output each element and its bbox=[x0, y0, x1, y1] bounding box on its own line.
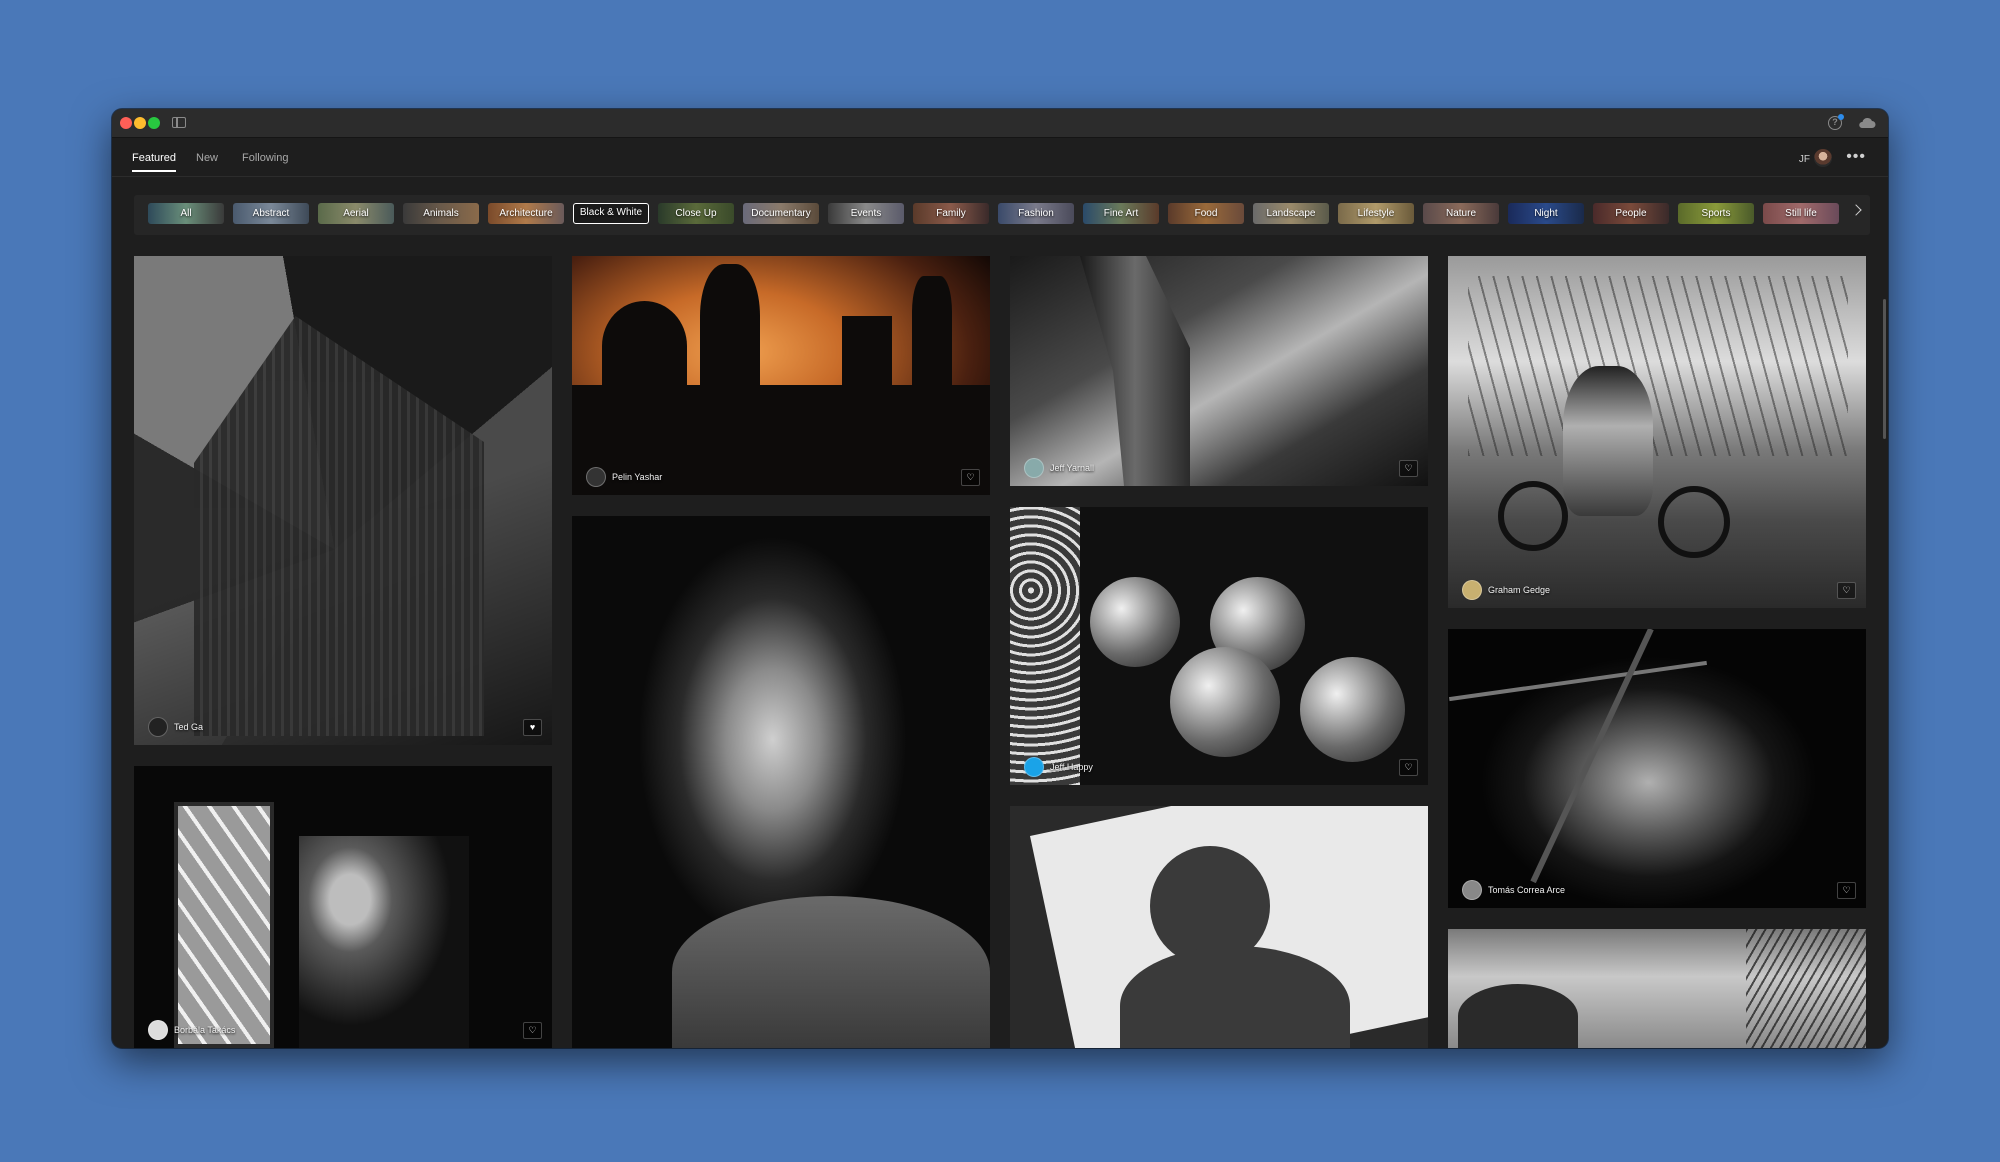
photo-card-statue[interactable]: Jeff Yarnall ♡ bbox=[1010, 256, 1428, 486]
author-avatar bbox=[1024, 458, 1044, 478]
top-nav: Featured New Following JF ••• bbox=[112, 138, 1888, 177]
tab-featured[interactable]: Featured bbox=[132, 152, 177, 172]
photo-card-cyclist[interactable]: Graham Gedge ♡ bbox=[1448, 256, 1866, 608]
glass-shape bbox=[1010, 507, 1080, 785]
author-avatar bbox=[148, 1020, 168, 1040]
category-chip-abstract[interactable]: Abstract bbox=[233, 203, 309, 224]
category-filter-bar: All Abstract Aerial Animals Architecture… bbox=[134, 195, 1870, 235]
author-name: Borbála Takács bbox=[174, 1025, 236, 1035]
zoom-window-button[interactable] bbox=[148, 117, 160, 129]
minimize-window-button[interactable] bbox=[134, 117, 146, 129]
category-chip-nature[interactable]: Nature bbox=[1423, 203, 1499, 224]
category-chip-architecture[interactable]: Architecture bbox=[488, 203, 564, 224]
category-chip-lifestyle[interactable]: Lifestyle bbox=[1338, 203, 1414, 224]
building-shape bbox=[194, 316, 484, 736]
like-heart-icon[interactable]: ♡ bbox=[1837, 882, 1856, 899]
category-chip-events[interactable]: Events bbox=[828, 203, 904, 224]
tree-branches bbox=[1468, 276, 1848, 456]
author-avatar bbox=[148, 717, 168, 737]
queen-silhouette bbox=[700, 264, 760, 394]
category-chip-sports[interactable]: Sports bbox=[1678, 203, 1754, 224]
sphere-shape bbox=[1090, 577, 1180, 667]
author-avatar bbox=[1024, 757, 1044, 777]
photo-card-spheres[interactable]: Jeff Happy ♡ bbox=[1010, 507, 1428, 785]
category-chip-animals[interactable]: Animals bbox=[403, 203, 479, 224]
author-name: Ted Ga bbox=[174, 722, 204, 732]
app-window: ? Featured New Following JF ••• All Abst… bbox=[112, 109, 1888, 1048]
wheel-shape bbox=[1658, 486, 1730, 558]
author-name: Jeff Happy bbox=[1050, 762, 1093, 772]
statue-shape bbox=[1080, 256, 1190, 486]
category-chip-black-white[interactable]: Black & White bbox=[573, 203, 649, 224]
tree-shape bbox=[1458, 984, 1578, 1048]
rider-shape bbox=[1563, 366, 1653, 516]
tab-new[interactable]: New bbox=[196, 152, 218, 170]
king-silhouette bbox=[912, 276, 952, 396]
branch-shape bbox=[1746, 929, 1866, 1048]
category-chip-still-life[interactable]: Still life bbox=[1763, 203, 1839, 224]
chevron-right-icon[interactable] bbox=[1850, 204, 1862, 216]
scrollbar[interactable] bbox=[1883, 299, 1886, 439]
children-shape bbox=[299, 836, 469, 1048]
category-chip-fashion[interactable]: Fashion bbox=[998, 203, 1074, 224]
category-chip-aerial[interactable]: Aerial bbox=[318, 203, 394, 224]
photo-card-shadow[interactable] bbox=[1010, 806, 1428, 1048]
author-name: Graham Gedge bbox=[1488, 585, 1551, 595]
category-chip-all[interactable]: All bbox=[148, 203, 224, 224]
category-chip-close-up[interactable]: Close Up bbox=[658, 203, 734, 224]
category-chip-fine-art[interactable]: Fine Art bbox=[1083, 203, 1159, 224]
like-heart-icon[interactable]: ♡ bbox=[1399, 759, 1418, 776]
like-heart-icon[interactable]: ♥ bbox=[523, 719, 542, 736]
notification-dot-icon bbox=[1838, 114, 1844, 120]
category-chip-family[interactable]: Family bbox=[913, 203, 989, 224]
like-heart-icon[interactable]: ♡ bbox=[1399, 460, 1418, 477]
knight-silhouette bbox=[602, 301, 687, 391]
sphere-shape bbox=[1170, 647, 1280, 757]
author-name: Jeff Yarnall bbox=[1050, 463, 1095, 473]
like-heart-icon[interactable]: ♡ bbox=[523, 1022, 542, 1039]
photo-card-trees[interactable] bbox=[1448, 929, 1866, 1048]
author-name: Pelin Yashar bbox=[612, 472, 663, 482]
microphone-stand bbox=[1448, 660, 1708, 702]
author-name: Tomás Correa Arce bbox=[1488, 885, 1566, 895]
user-initials[interactable]: JF bbox=[1799, 154, 1810, 165]
shoulders-shape bbox=[672, 896, 990, 1048]
category-chip-food[interactable]: Food bbox=[1168, 203, 1244, 224]
author-tag: Graham Gedge bbox=[1462, 580, 1550, 600]
tab-following[interactable]: Following bbox=[242, 152, 288, 170]
author-tag: Jeff Yarnall bbox=[1024, 458, 1094, 478]
title-bar: ? bbox=[112, 109, 1888, 138]
photo-card-chess[interactable]: Pelin Yashar ♡ bbox=[572, 256, 990, 495]
author-tag: Ted Ga bbox=[148, 717, 203, 737]
author-tag: Pelin Yashar bbox=[586, 467, 662, 487]
photo-card-architecture[interactable]: Ted Ga ♥ bbox=[134, 256, 552, 745]
category-chip-documentary[interactable]: Documentary bbox=[743, 203, 819, 224]
like-heart-icon[interactable]: ♡ bbox=[1837, 582, 1856, 599]
sidebar-toggle-icon[interactable] bbox=[172, 117, 186, 128]
category-chip-night[interactable]: Night bbox=[1508, 203, 1584, 224]
author-tag: Jeff Happy bbox=[1024, 757, 1093, 777]
wheel-shape bbox=[1498, 481, 1568, 551]
sphere-shape bbox=[1300, 657, 1405, 762]
rook-silhouette bbox=[842, 316, 892, 396]
author-avatar bbox=[1462, 580, 1482, 600]
photo-card-lantern[interactable]: Borbála Takács ♡ bbox=[134, 766, 552, 1048]
category-chip-people[interactable]: People bbox=[1593, 203, 1669, 224]
author-tag: Borbála Takács bbox=[148, 1020, 235, 1040]
author-avatar bbox=[586, 467, 606, 487]
photo-card-musician[interactable]: Tomás Correa Arce ♡ bbox=[1448, 629, 1866, 908]
lantern-shape bbox=[174, 802, 274, 1048]
category-chip-landscape[interactable]: Landscape bbox=[1253, 203, 1329, 224]
like-heart-icon[interactable]: ♡ bbox=[961, 469, 980, 486]
guitar-neck bbox=[1530, 629, 1654, 884]
avatar[interactable] bbox=[1814, 149, 1832, 167]
photo-card-portrait[interactable] bbox=[572, 516, 990, 1048]
more-options-icon[interactable]: ••• bbox=[1846, 148, 1866, 166]
author-avatar bbox=[1462, 880, 1482, 900]
close-window-button[interactable] bbox=[120, 117, 132, 129]
cloud-icon[interactable] bbox=[1858, 117, 1876, 129]
author-tag: Tomás Correa Arce bbox=[1462, 880, 1565, 900]
